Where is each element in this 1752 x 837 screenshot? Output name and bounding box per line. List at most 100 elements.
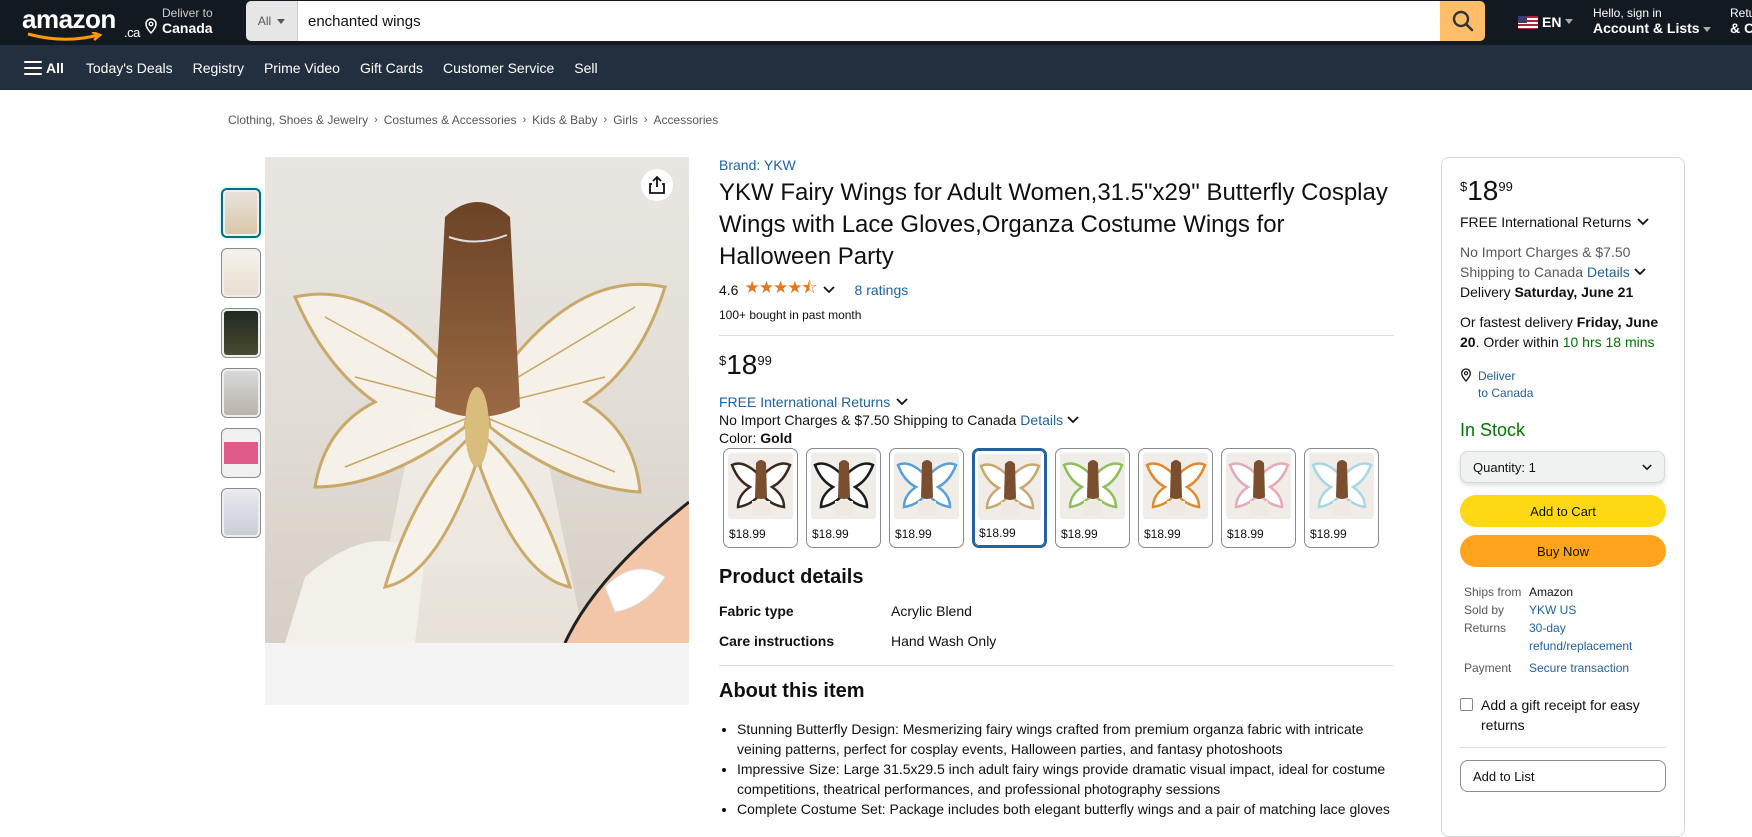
thumbnail-4[interactable]: [221, 368, 261, 418]
fastest-prefix: Or fastest delivery: [1460, 314, 1573, 330]
countdown: 10 hrs 18 mins: [1562, 334, 1655, 350]
color-swatch[interactable]: $18.99: [806, 448, 881, 548]
search-button[interactable]: [1440, 1, 1485, 41]
deliver-line1: Deliver: [1478, 369, 1516, 383]
color-swatch[interactable]: $18.99: [1221, 448, 1296, 548]
location-pin-icon: [145, 18, 157, 34]
chevron-down-icon[interactable]: [822, 285, 835, 294]
account-lists[interactable]: Hello, sign in Account & Lists: [1593, 6, 1712, 36]
all-menu-button[interactable]: All: [24, 60, 76, 76]
swatch-price: $18.99: [1310, 527, 1347, 541]
caret-down-icon: [277, 18, 286, 24]
returns-policy-link[interactable]: 30-day refund/replacement: [1529, 619, 1666, 655]
thumbnail-1[interactable]: [221, 188, 261, 238]
nav-customer-service[interactable]: Customer Service: [433, 60, 564, 76]
search-bar: All: [246, 1, 1485, 41]
deliver-line2: to Canada: [1478, 386, 1534, 400]
thumbnail-5[interactable]: [221, 428, 261, 478]
breadcrumb-item[interactable]: Clothing, Shoes & Jewelry: [228, 113, 368, 127]
ratings-count-link[interactable]: 8 ratings: [855, 282, 909, 298]
nav-registry[interactable]: Registry: [183, 60, 254, 76]
divider: [719, 665, 1394, 666]
swatch-image: [1309, 453, 1374, 519]
caret-down-icon: [1703, 27, 1712, 32]
details-link[interactable]: Details: [1587, 262, 1630, 282]
color-swatch[interactable]: $18.99: [972, 448, 1047, 548]
product-photo: [265, 157, 689, 643]
price-whole: 18: [726, 349, 758, 380]
detail-value: Acrylic Blend: [891, 603, 972, 619]
gift-receipt-checkbox[interactable]: [1460, 698, 1473, 711]
returns-orders[interactable]: Returns & Orders: [1730, 6, 1752, 36]
brand-link[interactable]: Brand: YKW: [719, 157, 1394, 173]
fairy-wings-image: [285, 202, 689, 643]
gift-receipt-label[interactable]: Add a gift receipt for easy returns: [1481, 695, 1666, 735]
star-rating-icon[interactable]: ★★★★⯪: [744, 275, 817, 304]
breadcrumb-item[interactable]: Accessories: [654, 113, 719, 127]
deliver-to-canada-link[interactable]: Deliver to Canada: [1460, 368, 1666, 402]
seller-link[interactable]: YKW US: [1529, 601, 1666, 619]
returns-line2: & Orders: [1730, 20, 1752, 36]
breadcrumb-item[interactable]: Costumes & Accessories: [384, 113, 517, 127]
details-link[interactable]: Details: [1020, 412, 1063, 428]
all-label: All: [46, 59, 64, 76]
payment-link[interactable]: Secure transaction: [1529, 659, 1666, 677]
buybox-returns-link[interactable]: FREE International Returns: [1460, 212, 1666, 232]
thumbnail-2[interactable]: [221, 248, 261, 298]
swatch-image: [1060, 453, 1125, 519]
thumbnail-6[interactable]: [221, 488, 261, 538]
quantity-dropdown[interactable]: Quantity: 1: [1460, 451, 1665, 483]
free-returns-link[interactable]: FREE International Returns: [719, 394, 1394, 410]
share-button[interactable]: [641, 169, 673, 201]
search-category-dropdown[interactable]: All: [246, 1, 298, 41]
delivery-prefix: Delivery: [1460, 284, 1511, 300]
price: $ 18 99: [719, 350, 1394, 380]
breadcrumb-item[interactable]: Kids & Baby: [532, 113, 597, 127]
buy-now-button[interactable]: Buy Now: [1460, 535, 1666, 567]
swatch-image: [894, 453, 959, 519]
color-label-text: Color:: [719, 430, 757, 446]
chevron-down-icon[interactable]: [1634, 268, 1646, 276]
hamburger-icon: [24, 60, 42, 75]
breadcrumb-item[interactable]: Girls: [613, 113, 638, 127]
account-line1: Hello, sign in: [1593, 6, 1662, 20]
about-bullets: Stunning Butterfly Design: Mesmerizing f…: [719, 719, 1394, 819]
bullet-item: Complete Costume Set: Package includes b…: [737, 799, 1394, 819]
detail-key: Fabric type: [719, 603, 794, 619]
nav-gift-cards[interactable]: Gift Cards: [350, 60, 433, 76]
color-swatch[interactable]: $18.99: [1055, 448, 1130, 548]
shipping-info: Ships from Amazon Sold by YKW US Returns 30…: [1460, 583, 1666, 677]
nav-todays-deals[interactable]: Today's Deals: [76, 60, 183, 76]
color-swatch[interactable]: $18.99: [1138, 448, 1213, 548]
add-to-cart-button[interactable]: Add to Cart: [1460, 495, 1666, 527]
ships-from-label: Ships from: [1464, 585, 1522, 599]
account-line2: Account & Lists: [1593, 20, 1700, 36]
color-swatch[interactable]: $18.99: [723, 448, 798, 548]
swatch-price: $18.99: [979, 526, 1016, 540]
price-whole: 18: [1467, 175, 1499, 206]
chevron-right-icon: ›: [374, 114, 378, 126]
color-swatch[interactable]: $18.99: [1304, 448, 1379, 548]
deliver-to[interactable]: Deliver to Canada: [142, 6, 213, 36]
bought-past-month: 100+ bought in past month: [719, 308, 862, 322]
returns-line1: Returns: [1730, 6, 1752, 20]
add-to-list-button[interactable]: Add to List: [1460, 760, 1666, 792]
returns-label: Returns: [1464, 621, 1507, 635]
color-swatch[interactable]: $18.99: [889, 448, 964, 548]
thumbnail-3[interactable]: [221, 308, 261, 358]
chevron-down-icon[interactable]: [1067, 416, 1079, 424]
share-icon: [649, 175, 665, 194]
chevron-right-icon: ›: [603, 114, 608, 126]
amazon-logo[interactable]: amazon .ca: [22, 6, 140, 41]
language-selector[interactable]: EN: [1518, 14, 1574, 30]
swatch-image: [978, 454, 1041, 520]
search-category-label: All: [257, 14, 272, 28]
swatch-image: [1143, 453, 1208, 519]
nav-prime-video[interactable]: Prime Video: [254, 60, 350, 76]
nav-sell[interactable]: Sell: [564, 60, 607, 76]
main-product-image[interactable]: [265, 157, 689, 705]
swatch-price: $18.99: [1227, 527, 1264, 541]
swatch-image: [728, 453, 793, 519]
swatch-price: $18.99: [895, 527, 932, 541]
search-input[interactable]: [298, 1, 1440, 41]
